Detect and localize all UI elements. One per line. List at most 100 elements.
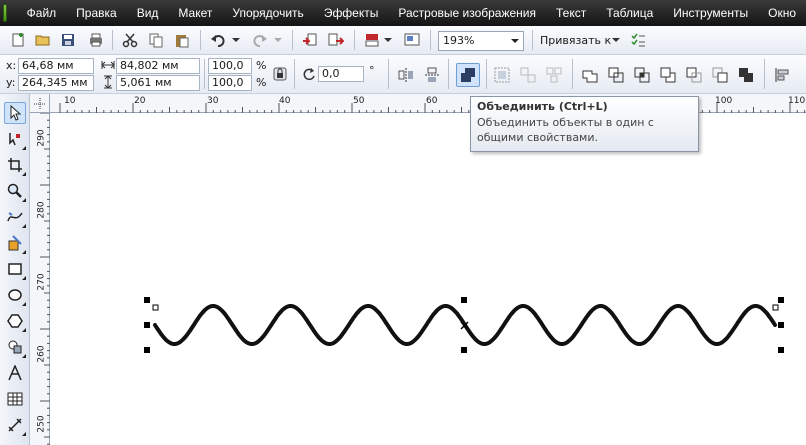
print-icon [90, 33, 102, 47]
smart-fill-tool[interactable] [4, 232, 26, 254]
front-minus-back-button[interactable] [684, 65, 704, 85]
lock-ratio-button[interactable] [270, 64, 290, 84]
toolbar-separator [112, 30, 113, 50]
menu-effects[interactable]: Эффекты [314, 0, 389, 26]
polygon-tool[interactable] [4, 310, 26, 332]
pick-tool[interactable] [4, 102, 26, 124]
menu-window[interactable]: Окно [758, 0, 806, 26]
scale-y-field[interactable]: 100,0 [208, 75, 252, 91]
selection-handle-top-center[interactable] [461, 297, 467, 303]
degree-symbol: ° [369, 64, 375, 77]
selection-handle-middle-left[interactable] [144, 322, 150, 328]
coreldraw-logo-icon[interactable] [3, 4, 7, 22]
rotation-angle-field[interactable]: 0,0 [318, 66, 364, 82]
ellipse-tool[interactable] [4, 284, 26, 306]
ungroup-button[interactable] [518, 65, 538, 85]
y-position-label: y: [6, 76, 16, 89]
ungroup-all-icon [546, 67, 562, 83]
print-button[interactable] [86, 30, 106, 50]
ungroup-all-button[interactable] [544, 65, 564, 85]
flyout-indicator [22, 146, 26, 150]
redo-button[interactable] [250, 30, 270, 50]
welcome-screen-button[interactable] [402, 30, 422, 50]
mirror-horizontal-button[interactable] [396, 65, 416, 85]
selection-handle-bottom-left[interactable] [144, 347, 150, 353]
paste-button[interactable] [172, 30, 192, 50]
vertical-ruler[interactable]: 290 280 270 260 250 [30, 113, 50, 445]
simplify-button[interactable] [658, 65, 678, 85]
menu-edit[interactable]: Правка [66, 0, 127, 26]
menu-bitmaps[interactable]: Растровые изображения [388, 0, 546, 26]
selection-handle-top-right[interactable] [778, 297, 784, 303]
flyout-indicator [22, 302, 26, 306]
mirror-vertical-button[interactable] [422, 65, 442, 85]
menu-arrange[interactable]: Упорядочить [222, 0, 313, 26]
menu-text[interactable]: Текст [546, 0, 596, 26]
end-node-marker[interactable] [772, 304, 779, 311]
align-distribute-button[interactable] [772, 65, 792, 85]
menu-table[interactable]: Таблица [596, 0, 663, 26]
import-button[interactable] [300, 30, 320, 50]
menu-view[interactable]: Вид [127, 0, 169, 26]
standard-toolbar: 193% Привязать к [0, 26, 806, 55]
zoom-level-value: 193% [443, 34, 475, 47]
start-node-marker[interactable] [152, 304, 159, 311]
object-height-field[interactable]: 5,061 мм [116, 75, 200, 91]
export-button[interactable] [326, 30, 346, 50]
text-tool[interactable] [4, 362, 26, 384]
welcome-screen-icon [404, 33, 420, 46]
trim-button[interactable] [606, 65, 626, 85]
front-minus-back-icon [686, 67, 702, 83]
freehand-tool[interactable] [4, 206, 26, 228]
redo-icon [253, 35, 267, 47]
menu-layout[interactable]: Макет [168, 0, 222, 26]
chevron-down-icon [274, 38, 282, 42]
application-launcher-button[interactable] [362, 30, 382, 50]
selection-handle-bottom-right[interactable] [778, 347, 784, 353]
selection-handle-bottom-center[interactable] [461, 347, 467, 353]
rectangle-tool[interactable] [4, 258, 26, 280]
selection-handle-middle-right[interactable] [778, 322, 784, 328]
copy-button[interactable] [146, 30, 166, 50]
new-document-button[interactable] [8, 30, 28, 50]
crop-tool[interactable] [4, 154, 26, 176]
menu-file[interactable]: Файл [17, 0, 67, 26]
freehand-curve-icon [7, 212, 23, 222]
zoom-tool[interactable] [4, 180, 26, 202]
y-position-field[interactable]: 264,345 мм [18, 75, 94, 91]
undo-button[interactable] [208, 30, 228, 50]
cut-button[interactable] [120, 30, 140, 50]
object-width-field[interactable]: 84,802 мм [116, 58, 200, 74]
intersect-button[interactable] [632, 65, 652, 85]
combine-button[interactable] [456, 63, 480, 87]
drawing-canvas[interactable] [51, 114, 806, 445]
scale-x-field[interactable]: 100,0 [208, 58, 252, 74]
menu-bar: Файл Правка Вид Макет Упорядочить Эффект… [0, 0, 806, 26]
snap-to-dropdown-button[interactable] [610, 30, 622, 50]
flyout-indicator [22, 198, 26, 202]
create-boundary-button[interactable] [736, 65, 756, 85]
scale-y-percent: % [256, 76, 267, 89]
scissors-icon [122, 33, 138, 48]
launcher-dropdown-button[interactable] [382, 30, 394, 50]
basic-shapes-tool[interactable] [4, 336, 26, 358]
selection-handle-top-left[interactable] [144, 297, 150, 303]
ruler-origin[interactable] [30, 94, 50, 113]
group-button[interactable] [492, 65, 512, 85]
simplify-icon [660, 67, 676, 83]
shape-tool[interactable] [4, 128, 26, 150]
options-button[interactable] [628, 30, 648, 50]
zoom-level-combo[interactable]: 193% [438, 31, 524, 51]
back-minus-front-button[interactable] [710, 65, 730, 85]
menu-tools[interactable]: Инструменты [663, 0, 758, 26]
dimension-tool[interactable] [4, 414, 26, 436]
undo-dropdown-button[interactable] [230, 30, 242, 50]
weld-button[interactable] [580, 65, 600, 85]
redo-dropdown-button[interactable] [272, 30, 284, 50]
basic-shapes-icon [8, 340, 22, 354]
table-tool[interactable] [4, 388, 26, 410]
snap-to-label[interactable]: Привязать к [540, 34, 611, 48]
open-button[interactable] [33, 30, 53, 50]
save-button[interactable] [58, 30, 78, 50]
x-position-field[interactable]: 64,68 мм [18, 58, 94, 74]
